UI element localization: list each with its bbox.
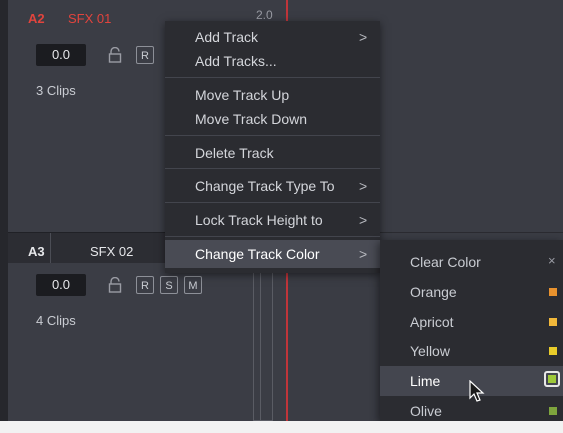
- color-item-label: Apricot: [410, 314, 454, 330]
- submenu-arrow-icon: >: [359, 178, 368, 194]
- color-item-label: Clear Color: [410, 254, 481, 270]
- clip-count: 4 Clips: [36, 313, 76, 328]
- audio-clip[interactable]: [253, 270, 273, 421]
- menu-item-label: Delete Track: [195, 145, 274, 161]
- track-id: A2: [28, 11, 45, 26]
- record-arm-button[interactable]: R: [136, 46, 154, 64]
- lock-icon[interactable]: [108, 47, 122, 63]
- color-swatch: [549, 288, 557, 296]
- track-name[interactable]: SFX 02: [90, 244, 133, 259]
- menu-separator: [165, 236, 380, 237]
- track-name[interactable]: SFX 01: [68, 11, 111, 26]
- color-item-label: Lime: [410, 373, 441, 389]
- menu-item-label: Change Track Type To: [195, 178, 335, 194]
- color-item-apricot[interactable]: Apricot: [380, 307, 563, 337]
- menu-item-lock-track-height[interactable]: Lock Track Height to >: [165, 208, 380, 232]
- menu-item-label: Add Track: [195, 29, 259, 45]
- record-arm-button[interactable]: R: [136, 276, 154, 294]
- color-item-label: Yellow: [410, 343, 450, 359]
- menu-item-move-track-down[interactable]: Move Track Down: [165, 107, 380, 131]
- menu-separator: [165, 202, 380, 203]
- color-item-yellow[interactable]: Yellow: [380, 336, 563, 366]
- menu-item-label: Lock Track Height to: [195, 212, 323, 228]
- submenu-arrow-icon: >: [359, 246, 368, 262]
- track-volume-field[interactable]: 0.0: [36, 44, 86, 66]
- window-frame-left: [0, 0, 8, 433]
- menu-item-move-track-up[interactable]: Move Track Up: [165, 83, 380, 107]
- submenu-arrow-icon: >: [359, 212, 368, 228]
- menu-separator: [165, 135, 380, 136]
- menu-separator: [165, 168, 380, 169]
- window-frame-bottom: [0, 421, 563, 433]
- menu-item-label: Add Tracks...: [195, 53, 277, 69]
- track-context-menu: Add Track > Add Tracks... Move Track Up …: [165, 21, 380, 273]
- menu-separator: [165, 77, 380, 78]
- menu-item-delete-track[interactable]: Delete Track: [165, 141, 380, 165]
- menu-item-label: Move Track Up: [195, 87, 290, 103]
- mute-button[interactable]: M: [184, 276, 202, 294]
- menu-item-label: Move Track Down: [195, 111, 308, 127]
- color-swatch: [549, 407, 557, 415]
- color-swatch: [549, 347, 557, 355]
- pointer-cursor-icon: [469, 380, 485, 402]
- menu-item-label: Change Track Color: [195, 246, 320, 262]
- color-item-orange[interactable]: Orange: [380, 277, 563, 307]
- color-item-clear[interactable]: Clear Color ×: [380, 247, 563, 277]
- color-swatch: [549, 318, 557, 326]
- menu-item-add-tracks[interactable]: Add Tracks...: [165, 49, 380, 73]
- menu-item-change-track-color[interactable]: Change Track Color >: [165, 240, 380, 268]
- ruler-label: 2.0: [256, 8, 273, 22]
- color-item-label: Orange: [410, 284, 457, 300]
- track-id: A3: [28, 244, 45, 259]
- solo-button[interactable]: S: [160, 276, 178, 294]
- lock-icon[interactable]: [108, 277, 122, 293]
- track-volume-field[interactable]: 0.0: [36, 274, 86, 296]
- color-swatch-selected: [544, 371, 560, 387]
- clip-count: 3 Clips: [36, 83, 76, 98]
- menu-item-add-track[interactable]: Add Track >: [165, 25, 380, 49]
- menu-item-change-track-type[interactable]: Change Track Type To >: [165, 174, 380, 198]
- clear-icon: ×: [548, 253, 556, 268]
- submenu-arrow-icon: >: [359, 29, 368, 45]
- color-item-label: Olive: [410, 403, 442, 419]
